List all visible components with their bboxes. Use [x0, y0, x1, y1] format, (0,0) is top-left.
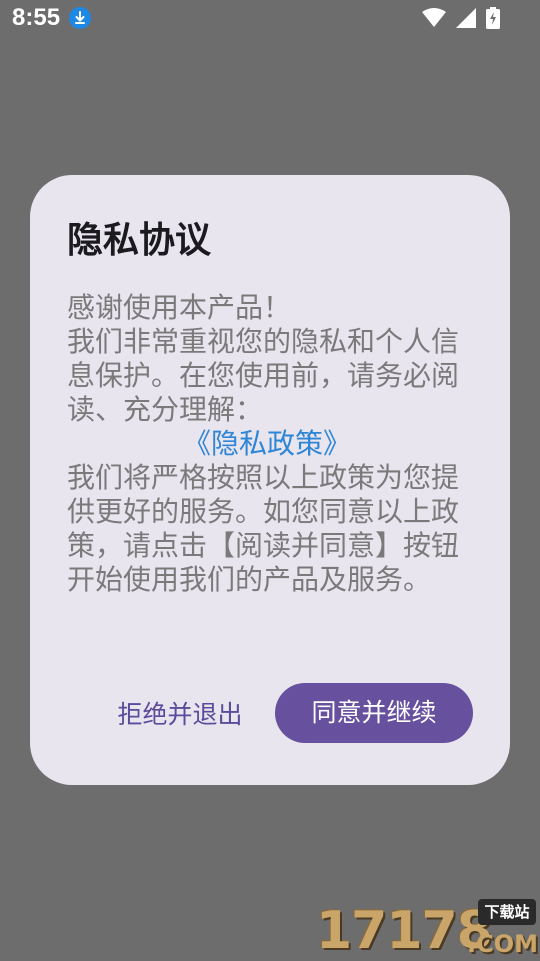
privacy-policy-link[interactable]: 《隐私政策》	[67, 427, 467, 461]
status-bar: 8:55	[0, 0, 540, 36]
download-icon	[69, 7, 91, 29]
dialog-body: 感谢使用本产品！ 我们非常重视您的隐私和个人信息保护。在您使用前，请务必阅读、充…	[67, 291, 467, 597]
privacy-dialog: 隐私协议 感谢使用本产品！ 我们非常重视您的隐私和个人信息保护。在您使用前，请务…	[30, 175, 510, 785]
battery-charging-icon	[486, 7, 500, 29]
body-intro: 我们非常重视您的隐私和个人信息保护。在您使用前，请务必阅读、充分理解：	[67, 325, 460, 426]
status-time: 8:55	[12, 4, 61, 31]
wifi-icon	[422, 8, 446, 28]
body-greeting: 感谢使用本产品！	[67, 291, 292, 324]
watermark-badge: 下载站	[478, 899, 536, 925]
dialog-title: 隐私协议	[67, 220, 212, 261]
signal-icon	[456, 8, 476, 28]
decline-exit-button[interactable]: 拒绝并退出	[100, 685, 260, 745]
agree-continue-button[interactable]: 同意并继续	[275, 683, 473, 743]
site-watermark-logo: 17178 下载站 .COM	[316, 897, 540, 960]
watermark-suffix: .COM	[466, 930, 538, 958]
body-instructions: 我们将严格按照以上政策为您提供更好的服务。如您同意以上政策，请点击【阅读并同意】…	[67, 461, 460, 596]
watermark-digits: 17178	[316, 901, 493, 961]
